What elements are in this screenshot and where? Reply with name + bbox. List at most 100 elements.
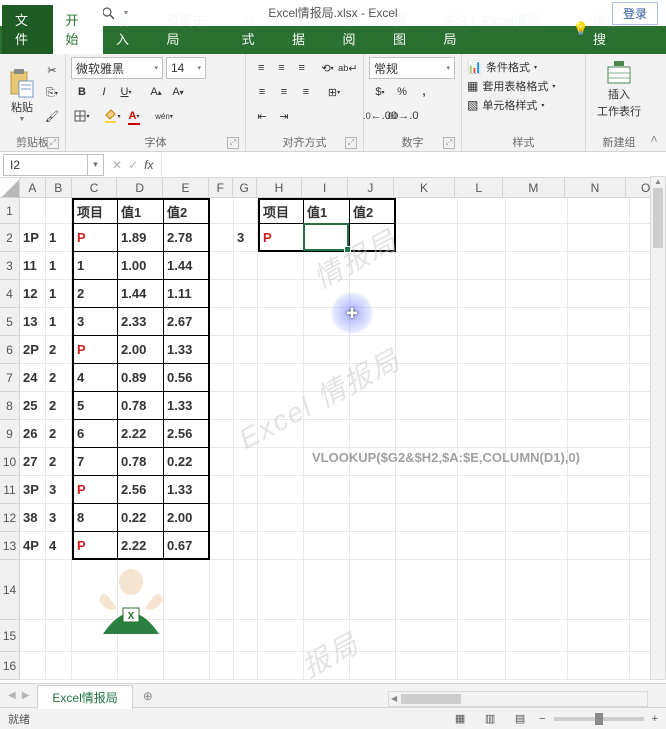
cell-B12[interactable]: 3 (46, 504, 72, 532)
row-header-5[interactable]: 5 (0, 308, 20, 336)
cell-D2[interactable]: 1.89 (118, 224, 164, 252)
align-top-button[interactable]: ≡ (251, 57, 271, 79)
cell-B2[interactable]: 1 (46, 224, 72, 252)
cell-H1[interactable]: 项目 (258, 198, 304, 224)
cell-L15[interactable] (458, 620, 506, 652)
cell-G3[interactable] (234, 252, 258, 280)
cell-C16[interactable] (72, 652, 118, 680)
wrap-text-button[interactable]: ab↵ (338, 57, 358, 79)
name-box-dropdown[interactable]: ▼ (88, 154, 104, 176)
cell-H4[interactable] (258, 280, 304, 308)
cell-G6[interactable] (234, 336, 258, 364)
column-header-F[interactable]: F (209, 178, 233, 198)
row-header-3[interactable]: 3 (0, 252, 20, 280)
merge-button[interactable]: ⊞▾ (323, 81, 345, 103)
cell-K15[interactable] (396, 620, 458, 652)
cell-I8[interactable] (304, 392, 350, 420)
cell-G13[interactable] (234, 532, 258, 560)
phonetic-button[interactable]: wén▾ (153, 105, 175, 127)
cell-D8[interactable]: 0.78 (118, 392, 164, 420)
cell-D5[interactable]: 2.33 (118, 308, 164, 336)
cell-D9[interactable]: 2.22 (118, 420, 164, 448)
cell-M2[interactable] (506, 224, 568, 252)
cell-C10[interactable]: 7 (72, 448, 118, 476)
cell-E9[interactable]: 2.56 (164, 420, 210, 448)
column-header-H[interactable]: H (257, 178, 303, 198)
cell-I7[interactable] (304, 364, 350, 392)
name-box[interactable]: I2 (3, 154, 88, 176)
cell-N3[interactable] (568, 252, 630, 280)
cell-N7[interactable] (568, 364, 630, 392)
align-center-button[interactable]: ≡ (273, 81, 295, 103)
dialog-launcher-icon[interactable]: ⤢ (345, 137, 357, 149)
font-size-select[interactable]: 14▾ (166, 57, 206, 79)
cell-N15[interactable] (568, 620, 630, 652)
cell-G9[interactable] (234, 420, 258, 448)
cell-F12[interactable] (210, 504, 234, 532)
cell-J12[interactable] (350, 504, 396, 532)
cell-D13[interactable]: 2.22 (118, 532, 164, 560)
cell-G2[interactable]: 3 (234, 224, 258, 252)
cell-G7[interactable] (234, 364, 258, 392)
cell-M4[interactable] (506, 280, 568, 308)
comma-button[interactable]: , (413, 81, 435, 103)
cell-K3[interactable] (396, 252, 458, 280)
cell-C4[interactable]: 2 (72, 280, 118, 308)
cell-F14[interactable] (210, 560, 234, 620)
row-header-9[interactable]: 9 (0, 420, 20, 448)
cell-J14[interactable] (350, 560, 396, 620)
cell-B15[interactable] (46, 620, 72, 652)
cell-I11[interactable] (304, 476, 350, 504)
enter-formula-icon[interactable]: ✓ (128, 158, 138, 172)
cell-E11[interactable]: 1.33 (164, 476, 210, 504)
row-header-4[interactable]: 4 (0, 280, 20, 308)
decrease-font-button[interactable]: A▾ (167, 81, 189, 103)
row-headers[interactable]: 12345678910111213141516 (0, 198, 20, 680)
cell-A10[interactable]: 27 (20, 448, 46, 476)
row-header-13[interactable]: 13 (0, 532, 20, 560)
cell-M12[interactable] (506, 504, 568, 532)
row-header-1[interactable]: 1 (0, 198, 20, 224)
cell-F10[interactable] (210, 448, 234, 476)
cell-H14[interactable] (258, 560, 304, 620)
cell-H10[interactable] (258, 448, 304, 476)
cut-button[interactable]: ✂ (41, 59, 63, 81)
cell-I6[interactable] (304, 336, 350, 364)
cell-A8[interactable]: 25 (20, 392, 46, 420)
cell-E16[interactable] (164, 652, 210, 680)
cell-G16[interactable] (234, 652, 258, 680)
cell-A1[interactable] (20, 198, 46, 224)
cell-F9[interactable] (210, 420, 234, 448)
cell-M8[interactable] (506, 392, 568, 420)
cell-J7[interactable] (350, 364, 396, 392)
cell-E5[interactable]: 2.67 (164, 308, 210, 336)
cell-G12[interactable] (234, 504, 258, 532)
view-layout-icon[interactable]: ▥ (479, 710, 501, 728)
cell-K11[interactable] (396, 476, 458, 504)
cell-F11[interactable] (210, 476, 234, 504)
cell-H2[interactable]: P (258, 224, 304, 252)
cell-C11[interactable]: P (72, 476, 118, 504)
cell-N14[interactable] (568, 560, 630, 620)
cell-I13[interactable] (304, 532, 350, 560)
zoom-slider[interactable] (554, 717, 644, 721)
cell-K9[interactable] (396, 420, 458, 448)
cell-F3[interactable] (210, 252, 234, 280)
cell-M1[interactable] (506, 198, 568, 224)
column-header-D[interactable]: D (117, 178, 163, 198)
cell-C5[interactable]: 3 (72, 308, 118, 336)
cell-A6[interactable]: 2P (20, 336, 46, 364)
cell-J2[interactable] (350, 224, 396, 252)
decrease-indent-button[interactable]: ⇤ (251, 105, 273, 127)
accounting-button[interactable]: $▾ (369, 81, 391, 103)
cell-E12[interactable]: 2.00 (164, 504, 210, 532)
cell-K5[interactable] (396, 308, 458, 336)
cell-E15[interactable] (164, 620, 210, 652)
view-normal-icon[interactable]: ▦ (449, 710, 471, 728)
cell-N4[interactable] (568, 280, 630, 308)
cell-B14[interactable] (46, 560, 72, 620)
conditional-format-button[interactable]: 📊条件格式▾ (467, 59, 580, 75)
cell-H11[interactable] (258, 476, 304, 504)
column-header-G[interactable]: G (233, 178, 257, 198)
cell-F13[interactable] (210, 532, 234, 560)
